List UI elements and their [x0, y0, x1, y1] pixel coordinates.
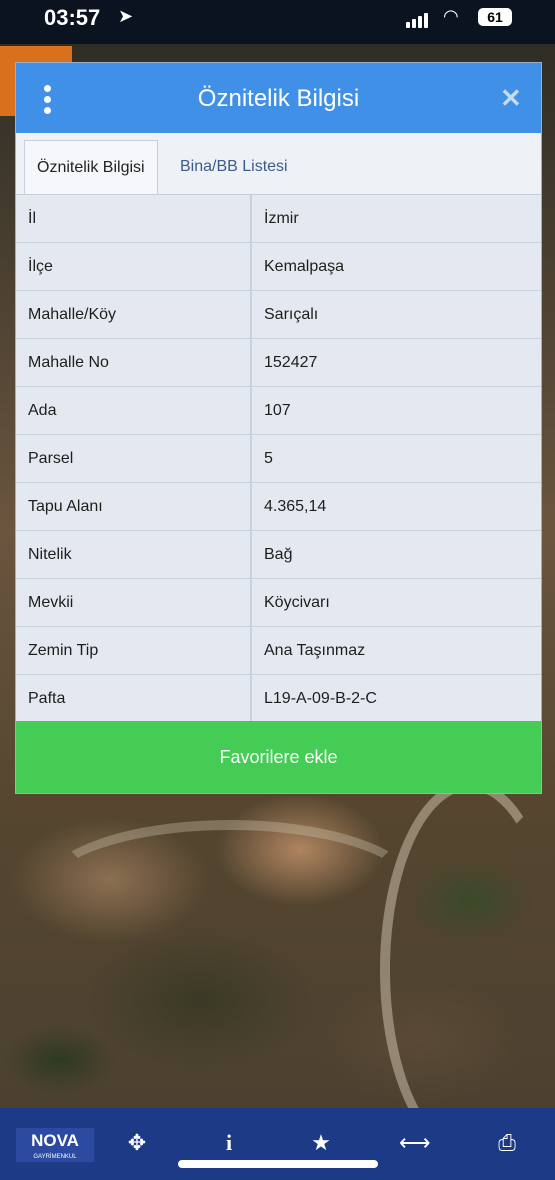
row-key: İl	[16, 195, 252, 242]
table-row: Ada 107	[16, 387, 541, 435]
add-to-favorites-button[interactable]: Favorilere ekle	[16, 721, 541, 793]
attribute-table: İl İzmir İlçe Kemalpaşa Mahalle/Köy Sarıçal…	[16, 195, 541, 723]
row-value: 107	[264, 402, 291, 419]
row-value: Kemalpaşa	[264, 258, 345, 275]
table-row: Nitelik Bağ	[16, 531, 541, 579]
row-value: L19-A-09-B-2-C	[264, 690, 377, 707]
row-value: Ana Taşınmaz	[264, 642, 366, 659]
table-row: Mahalle No 152427	[16, 339, 541, 387]
row-key: Mahalle No	[16, 339, 252, 386]
table-row: Pafta L19-A-09-B-2-C	[16, 675, 541, 723]
row-key: Pafta	[16, 675, 252, 722]
table-row: Parsel 5	[16, 435, 541, 483]
row-value: Sarıçalı	[264, 306, 319, 323]
info-icon[interactable]: i	[214, 1130, 244, 1156]
row-value: 5	[264, 450, 273, 467]
resize-arrows-icon[interactable]: ⟷	[399, 1130, 431, 1156]
dialog-tabs: Öznitelik Bilgisi Bina/BB Listesi	[16, 133, 541, 195]
tab-building-list[interactable]: Bina/BB Listesi	[168, 140, 300, 193]
row-value: 152427	[264, 354, 318, 371]
row-key: Tapu Alanı	[16, 483, 252, 530]
wifi-icon: ◠	[443, 6, 459, 26]
table-row: İl İzmir	[16, 195, 541, 243]
table-row: Mevkii Köyciva­rı	[16, 579, 541, 627]
table-row: Zemin Tip Ana Taşınmaz	[16, 627, 541, 675]
nova-logo: NOVA GAYRİMENKUL	[16, 1128, 94, 1162]
row-key: Mevkii	[16, 579, 252, 626]
row-key: Nitelik	[16, 531, 252, 578]
row-key: Ada	[16, 387, 252, 434]
close-icon[interactable]: ✕	[500, 83, 522, 114]
dialog-title: Öznitelik Bilgisi	[197, 85, 360, 112]
attribute-info-dialog: Öznitelik Bilgisi ✕ Öznitelik Bilgisi Bi…	[15, 62, 542, 794]
row-key: İlçe	[16, 243, 252, 290]
map-road	[380, 780, 555, 1160]
map-road	[40, 820, 420, 960]
table-row: İlçe Kemalpaşa	[16, 243, 541, 291]
cellular-signal-icon	[406, 10, 430, 28]
row-value: Bağ	[264, 546, 293, 563]
star-icon[interactable]: ★	[306, 1130, 336, 1156]
dialog-header: Öznitelik Bilgisi ✕	[16, 63, 541, 133]
table-row: Mahalle/Köy Sarıçalı	[16, 291, 541, 339]
row-value: İzmir	[264, 210, 299, 227]
status-time: 03:57	[44, 5, 101, 30]
logo-subtext: GAYRİMENKUL	[33, 1154, 77, 1160]
row-value: Köyciva­rı	[264, 594, 330, 611]
row-key: Mahalle/Köy	[16, 291, 252, 338]
row-value: 4.365,14	[264, 498, 327, 515]
home-indicator[interactable]	[178, 1160, 378, 1168]
logo-text: NOVA	[31, 1131, 79, 1150]
row-key: Zemin Tip	[16, 627, 252, 674]
tab-attribute-info[interactable]: Öznitelik Bilgisi	[24, 140, 158, 194]
row-key: Parsel	[16, 435, 252, 482]
battery-icon: 61	[478, 8, 512, 26]
location-arrow-icon: ➤	[118, 6, 134, 26]
printer-icon[interactable]: ⎙	[492, 1130, 522, 1156]
table-row: Tapu Alanı 4.365,14	[16, 483, 541, 531]
status-bar: 03:57 ➤ ◠ 61	[0, 0, 555, 44]
bottom-toolbar: NOVA GAYRİMENKUL ✥ i ★ ⟷ ⎙	[0, 1108, 555, 1180]
crosshair-icon[interactable]: ✥	[122, 1130, 152, 1156]
